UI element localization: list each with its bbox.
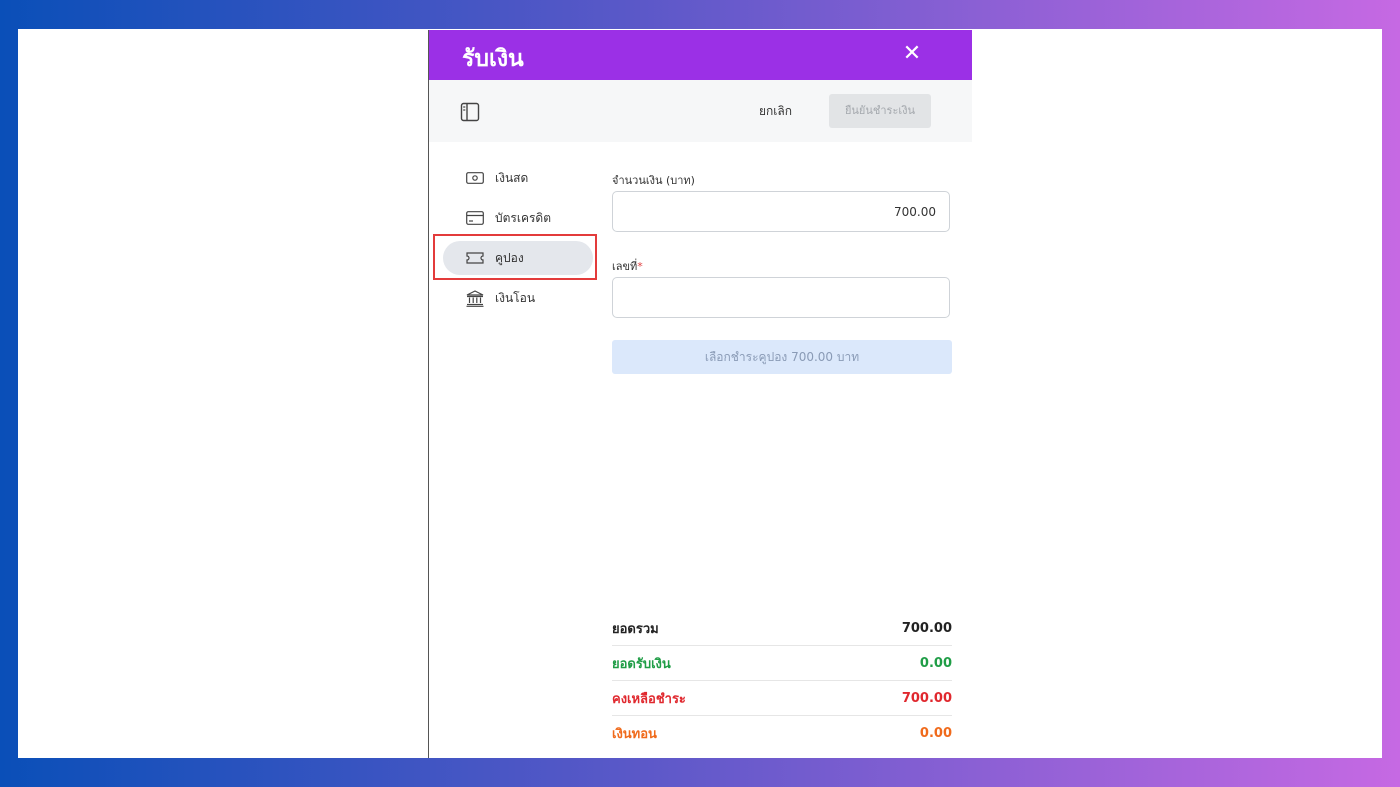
sidebar-item-credit-card[interactable]: บัตรเครดิต: [443, 201, 593, 235]
select-coupon-payment-button[interactable]: เลือกชำระคูปอง 700.00 บาท: [612, 340, 952, 374]
amount-label: จำนวนเงิน (บาท): [612, 174, 695, 187]
amount-input[interactable]: 700.00: [612, 191, 950, 232]
canvas: รับเงิน ✕ ยกเลิก ยืนยันชำระเงิน เงินสด บ…: [18, 29, 1382, 758]
number-label: เลขที่*: [612, 257, 643, 275]
confirm-payment-button[interactable]: ยืนยันชำระเงิน: [829, 94, 931, 128]
payment-summary: ยอดรวม 700.00 ยอดรับเงิน 0.00 คงเหลือชำร…: [612, 611, 952, 750]
cash-icon: [465, 170, 485, 186]
bank-icon: [465, 289, 485, 307]
toolbar: ยกเลิก ยืนยันชำระเงิน: [429, 80, 972, 142]
close-icon[interactable]: ✕: [900, 42, 924, 66]
summary-value: 0.00: [919, 725, 952, 741]
summary-label: ยอดรับเงิน: [612, 656, 671, 672]
summary-value: 700.00: [901, 620, 952, 636]
summary-row-received: ยอดรับเงิน 0.00: [612, 646, 952, 681]
modal-header: รับเงิน ✕: [429, 30, 972, 80]
sidebar-item-label: เงินสด: [495, 170, 529, 185]
summary-row-remaining: คงเหลือชำระ 700.00: [612, 681, 952, 716]
required-mark: *: [637, 260, 643, 273]
cancel-button[interactable]: ยกเลิก: [759, 102, 792, 121]
coupon-number-input[interactable]: [612, 277, 950, 318]
summary-label: เงินทอน: [612, 726, 657, 742]
summary-row-total: ยอดรวม 700.00: [612, 611, 952, 646]
sidebar-item-label: เงินโอน: [495, 290, 536, 305]
payment-modal: รับเงิน ✕ ยกเลิก ยืนยันชำระเงิน เงินสด บ…: [428, 30, 972, 758]
sidebar-item-bank-transfer[interactable]: เงินโอน: [443, 281, 593, 315]
number-label-text: เลขที่: [612, 260, 638, 273]
summary-label: คงเหลือชำระ: [612, 691, 686, 707]
panel-toggle-icon[interactable]: [460, 102, 480, 122]
modal-title: รับเงิน: [462, 46, 524, 72]
highlight-annotation: [433, 234, 597, 280]
sidebar-item-label: บัตรเครดิต: [495, 210, 552, 225]
summary-value: 700.00: [901, 690, 952, 706]
sidebar-item-cash[interactable]: เงินสด: [443, 161, 593, 195]
credit-card-icon: [465, 210, 485, 226]
summary-value: 0.00: [919, 655, 952, 671]
summary-row-change: เงินทอน 0.00: [612, 716, 952, 750]
summary-label: ยอดรวม: [612, 621, 659, 637]
